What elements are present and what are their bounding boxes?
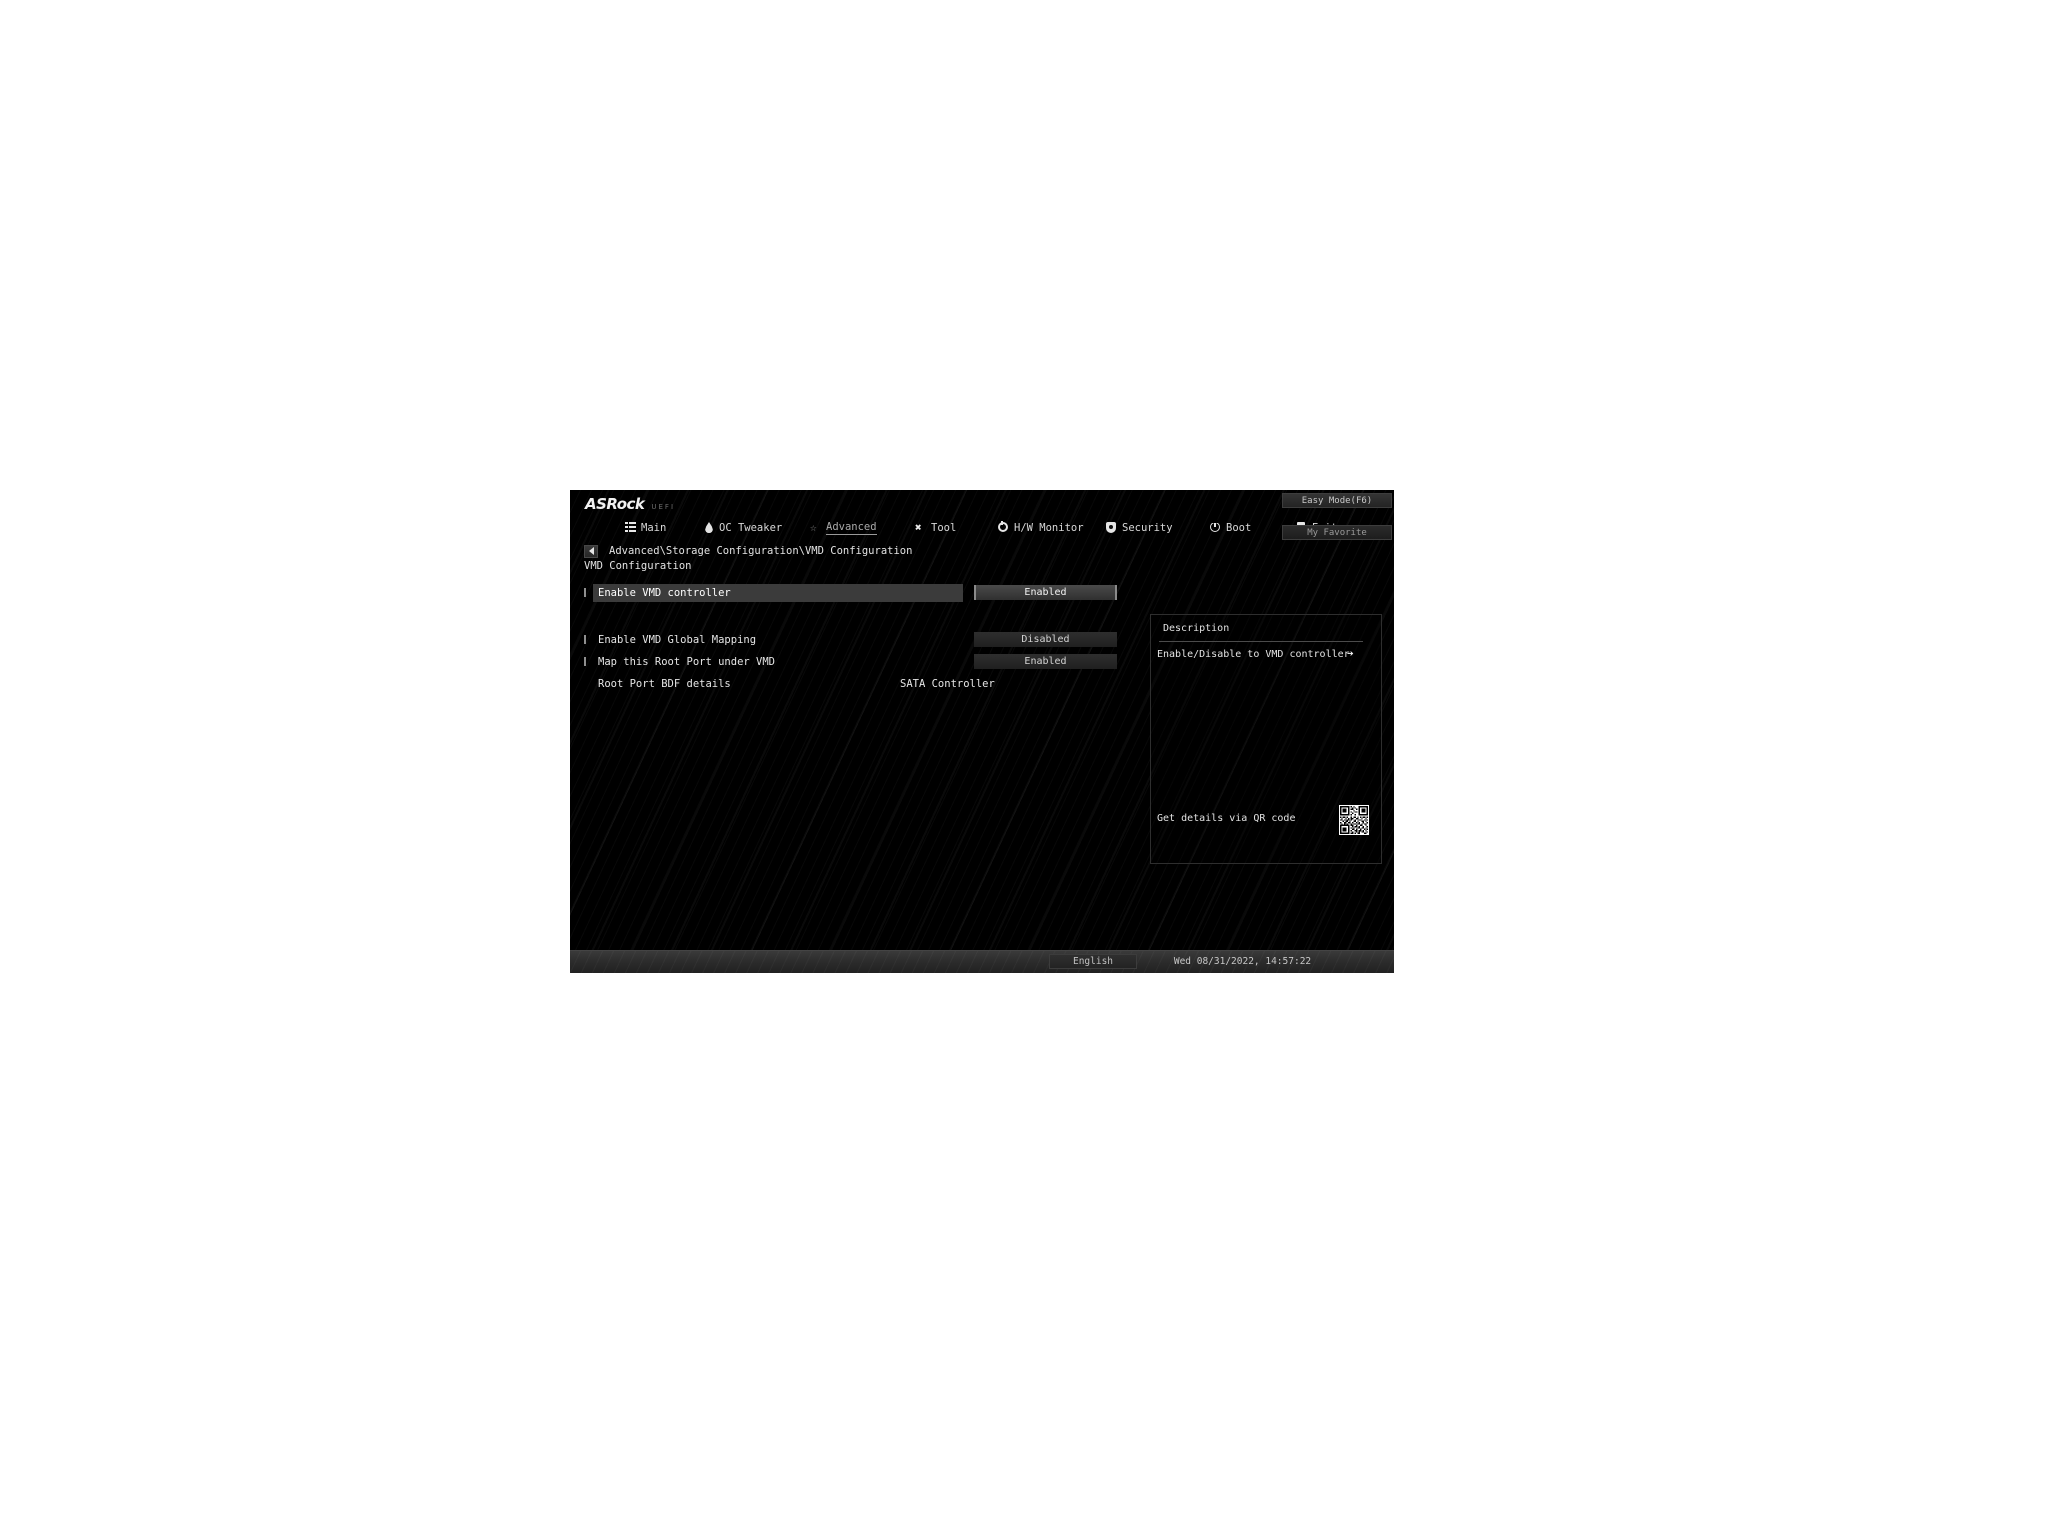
- setting-label: Enable VMD controller: [593, 584, 963, 602]
- back-button[interactable]: [584, 544, 598, 558]
- brand-subtitle: UEFI: [651, 503, 676, 511]
- setting-value-dropdown[interactable]: Enabled: [974, 654, 1117, 669]
- shield-icon: [1106, 522, 1117, 533]
- setting-value-dropdown[interactable]: Enabled: [974, 585, 1117, 600]
- language-selector[interactable]: English: [1049, 954, 1137, 969]
- power-icon: [1210, 522, 1221, 533]
- nav-label-advanced: Advanced: [826, 520, 877, 535]
- nav-label-hw-monitor: H/W Monitor: [1014, 521, 1084, 534]
- description-panel: Description Enable/Disable to VMD contro…: [1150, 614, 1382, 864]
- tools-icon: ✖: [915, 521, 922, 534]
- nav-tab-security[interactable]: Security: [1106, 515, 1173, 540]
- setting-row-enable-vmd-controller[interactable]: Enable VMD controller Enabled: [570, 584, 1394, 602]
- nav-tab-advanced[interactable]: ☆ Advanced: [810, 515, 877, 540]
- mouse-cursor-icon: ➔: [1347, 647, 1354, 660]
- qr-code-label: Get details via QR code: [1157, 813, 1296, 824]
- nav-label-tool: Tool: [931, 521, 957, 534]
- setting-value-dropdown[interactable]: Disabled: [974, 632, 1117, 647]
- header: ASRock UEFI Easy Mode(F6) My Favorite Ma…: [570, 490, 1394, 540]
- row-bullet-icon: [584, 657, 586, 666]
- row-bullet-icon: [584, 588, 586, 597]
- bios-window: ASRock UEFI Easy Mode(F6) My Favorite Ma…: [570, 490, 1394, 973]
- star-icon: ☆: [810, 521, 817, 534]
- qr-code-image: [1339, 805, 1369, 835]
- nav-tab-main[interactable]: Main: [625, 515, 666, 540]
- system-datetime: Wed 08/31/2022, 14:57:22: [1173, 956, 1312, 967]
- easy-mode-button[interactable]: Easy Mode(F6): [1282, 493, 1392, 508]
- nav-tab-hw-monitor[interactable]: H/W Monitor: [998, 515, 1084, 540]
- description-divider: [1159, 641, 1363, 642]
- main-navigation: Main OC Tweaker ☆ Advanced ✖ Tool H/W Mo…: [570, 515, 1394, 540]
- breadcrumb: Advanced\Storage Configuration\VMD Confi…: [609, 545, 913, 557]
- brand-name: ASRock: [585, 495, 645, 513]
- flame-icon: [703, 522, 714, 533]
- setting-label: Map this Root Port under VMD: [598, 656, 776, 668]
- my-favorite-button[interactable]: My Favorite: [1282, 525, 1392, 540]
- setting-value-text: SATA Controller: [900, 678, 995, 690]
- chevron-left-icon: [588, 547, 594, 555]
- nav-tab-tool[interactable]: ✖ Tool: [915, 515, 956, 540]
- nav-label-main: Main: [641, 521, 667, 534]
- footer-bar: English Wed 08/31/2022, 14:57:22: [570, 950, 1394, 973]
- grid-icon: [625, 522, 636, 533]
- nav-tab-boot[interactable]: Boot: [1210, 515, 1251, 540]
- page-title: VMD Configuration: [584, 560, 692, 572]
- asrock-logo: ASRock UEFI: [585, 495, 675, 513]
- nav-label-boot: Boot: [1226, 521, 1252, 534]
- gauge-icon: [998, 522, 1009, 533]
- setting-label: Root Port BDF details: [598, 678, 731, 690]
- nav-tab-oc-tweaker[interactable]: OC Tweaker: [703, 515, 782, 540]
- description-body: Enable/Disable to VMD controller: [1157, 649, 1350, 660]
- nav-label-oc-tweaker: OC Tweaker: [719, 521, 783, 534]
- row-bullet-icon: [584, 635, 586, 644]
- setting-label: Enable VMD Global Mapping: [598, 634, 757, 646]
- nav-label-security: Security: [1122, 521, 1173, 534]
- breadcrumb-row: Advanced\Storage Configuration\VMD Confi…: [570, 542, 1394, 560]
- description-title: Description: [1163, 623, 1230, 634]
